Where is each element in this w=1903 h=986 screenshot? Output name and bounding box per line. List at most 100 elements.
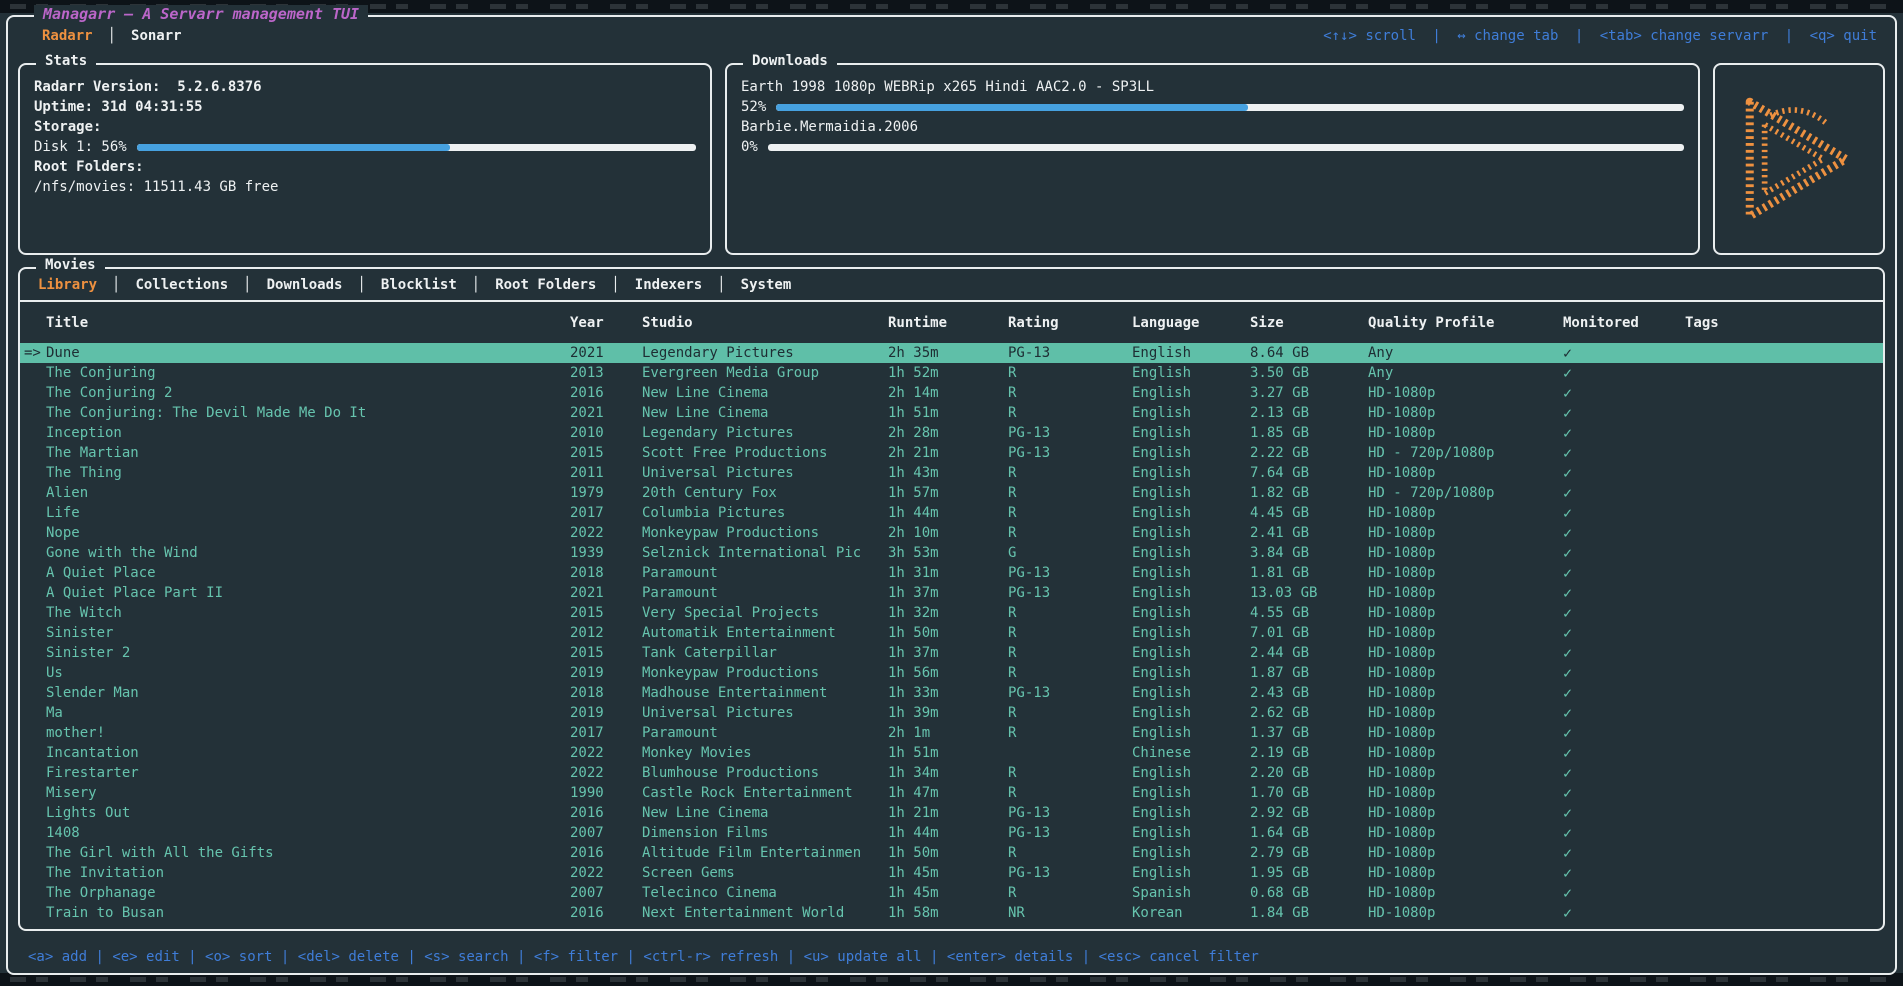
table-row[interactable]: Firestarter2022Blumhouse Productions1h 3… — [20, 763, 1883, 783]
monitored-check-icon: ✓ — [1563, 604, 1685, 622]
cell-rating: R — [1008, 785, 1132, 801]
table-row[interactable]: A Quiet Place Part II2021Paramount1h 37m… — [20, 583, 1883, 603]
movies-tab-collections[interactable]: Collections — [135, 277, 228, 293]
table-row[interactable]: The Witch2015Very Special Projects1h 32m… — [20, 603, 1883, 623]
cell-language: English — [1132, 505, 1250, 521]
cell-studio: Automatik Entertainment — [642, 625, 888, 641]
uptime: Uptime: 31d 04:31:55 — [34, 97, 696, 117]
tab-separator: │ — [243, 277, 251, 293]
cell-size: 2.43 GB — [1250, 685, 1368, 701]
column-header-runtime[interactable]: Runtime — [888, 315, 1008, 331]
table-row[interactable]: The Girl with All the Gifts2016Altitude … — [20, 843, 1883, 863]
movies-tab-downloads[interactable]: Downloads — [267, 277, 343, 293]
cell-year: 2022 — [570, 525, 642, 541]
cell-language: English — [1132, 365, 1250, 381]
cell-year: 2017 — [570, 505, 642, 521]
cell-rating: R — [1008, 365, 1132, 381]
cell-runtime: 1h 51m — [888, 405, 1008, 421]
table-row[interactable]: Ma2019Universal Pictures1h 39mREnglish2.… — [20, 703, 1883, 723]
downloads-panel-title: Downloads — [743, 53, 837, 69]
movies-tab-system[interactable]: System — [741, 277, 792, 293]
table-row[interactable]: The Orphanage2007Telecinco Cinema1h 45mR… — [20, 883, 1883, 903]
servarr-tab-radarr[interactable]: Radarr — [42, 28, 93, 44]
cell-title: Slender Man — [46, 685, 570, 701]
table-row[interactable]: Sinister 22015Tank Caterpillar1h 37mREng… — [20, 643, 1883, 663]
cell-size: 2.13 GB — [1250, 405, 1368, 421]
table-row[interactable]: Nope2022Monkeypaw Productions2h 10mREngl… — [20, 523, 1883, 543]
table-row[interactable]: A Quiet Place2018Paramount1h 31mPG-13Eng… — [20, 563, 1883, 583]
table-row[interactable]: The Martian2015Scott Free Productions2h … — [20, 443, 1883, 463]
keybinding-hint: <ctrl-r> refresh — [643, 949, 778, 965]
table-row[interactable]: Slender Man2018Madhouse Entertainment1h … — [20, 683, 1883, 703]
keybinding-hint: <f> filter — [534, 949, 618, 965]
table-row[interactable]: The Conjuring2013Evergreen Media Group1h… — [20, 363, 1883, 383]
managarr-window: Managarr — A Servarr management TUI Rada… — [6, 15, 1897, 975]
cell-size: 7.01 GB — [1250, 625, 1368, 641]
help-separator: | — [1566, 28, 1591, 44]
table-row[interactable]: Lights Out2016New Line Cinema1h 21mPG-13… — [20, 803, 1883, 823]
table-row[interactable]: Gone with the Wind1939Selznick Internati… — [20, 543, 1883, 563]
radarr-version: Radarr Version: 5.2.6.8376 — [34, 77, 696, 97]
table-row[interactable]: Inception2010Legendary Pictures2h 28mPG-… — [20, 423, 1883, 443]
cell-title: mother! — [46, 725, 570, 741]
cell-runtime: 1h 37m — [888, 585, 1008, 601]
cell-year: 2015 — [570, 445, 642, 461]
column-header-studio[interactable]: Studio — [642, 315, 888, 331]
cell-year: 1979 — [570, 485, 642, 501]
cell-quality-profile: HD-1080p — [1368, 625, 1563, 641]
cell-size: 2.92 GB — [1250, 805, 1368, 821]
cell-studio: Next Entertainment World — [642, 905, 888, 921]
table-row[interactable]: The Thing2011Universal Pictures1h 43mREn… — [20, 463, 1883, 483]
column-header-language[interactable]: Language — [1132, 315, 1250, 331]
movies-tab-indexers[interactable]: Indexers — [635, 277, 702, 293]
table-row[interactable]: 14082007Dimension Films1h 44mPG-13Englis… — [20, 823, 1883, 843]
column-header-title[interactable]: Title — [46, 315, 570, 331]
cell-title: A Quiet Place — [46, 565, 570, 581]
cell-studio: 20th Century Fox — [642, 485, 888, 501]
monitored-check-icon: ✓ — [1563, 544, 1685, 562]
radarr-play-logo-icon — [1736, 89, 1862, 229]
column-header-monitored[interactable]: Monitored — [1563, 315, 1685, 331]
column-header-tags[interactable]: Tags — [1685, 315, 1883, 331]
table-row[interactable]: Incantation2022Monkey Movies1h 51mChines… — [20, 743, 1883, 763]
cell-rating: PG-13 — [1008, 585, 1132, 601]
table-row[interactable]: mother!2017Paramount2h 1mREnglish1.37 GB… — [20, 723, 1883, 743]
table-row[interactable]: Alien197920th Century Fox1h 57mREnglish1… — [20, 483, 1883, 503]
cell-rating: R — [1008, 485, 1132, 501]
table-row[interactable]: Train to Busan2016Next Entertainment Wor… — [20, 903, 1883, 923]
download-progress-bar — [776, 104, 1684, 111]
table-row[interactable]: The Conjuring 22016New Line Cinema2h 14m… — [20, 383, 1883, 403]
servarr-tab-sonarr[interactable]: Sonarr — [131, 28, 182, 44]
top-panels: Stats Radarr Version: 5.2.6.8376 Uptime:… — [18, 63, 1885, 255]
download-percent: 0% — [741, 137, 758, 157]
table-row[interactable]: The Invitation2022Screen Gems1h 45mPG-13… — [20, 863, 1883, 883]
cell-quality-profile: HD-1080p — [1368, 545, 1563, 561]
cell-studio: Legendary Pictures — [642, 425, 888, 441]
cell-title: Inception — [46, 425, 570, 441]
cell-rating: R — [1008, 625, 1132, 641]
movies-tab-root-folders[interactable]: Root Folders — [495, 277, 596, 293]
cell-rating: G — [1008, 545, 1132, 561]
cell-year: 1939 — [570, 545, 642, 561]
column-header-year[interactable]: Year — [570, 315, 642, 331]
column-header-size[interactable]: Size — [1250, 315, 1368, 331]
movies-tab-library[interactable]: Library — [38, 277, 97, 293]
table-row[interactable]: Us2019Monkeypaw Productions1h 56mREnglis… — [20, 663, 1883, 683]
cell-studio: Monkey Movies — [642, 745, 888, 761]
download-progress-row: 52% — [741, 97, 1684, 117]
table-row[interactable]: =>Dune2021Legendary Pictures2h 35mPG-13E… — [20, 343, 1883, 363]
table-row[interactable]: The Conjuring: The Devil Made Me Do It20… — [20, 403, 1883, 423]
tab-separator: │ — [472, 277, 480, 293]
cell-quality-profile: HD-1080p — [1368, 825, 1563, 841]
table-row[interactable]: Sinister2012Automatik Entertainment1h 50… — [20, 623, 1883, 643]
cell-rating: PG-13 — [1008, 345, 1132, 361]
logo-panel — [1713, 63, 1885, 255]
cell-studio: Screen Gems — [642, 865, 888, 881]
table-row[interactable]: Misery1990Castle Rock Entertainment1h 47… — [20, 783, 1883, 803]
cell-language: English — [1132, 725, 1250, 741]
column-header-quality-profile[interactable]: Quality Profile — [1368, 315, 1563, 331]
cell-title: The Conjuring 2 — [46, 385, 570, 401]
movies-tab-blocklist[interactable]: Blocklist — [381, 277, 457, 293]
table-row[interactable]: Life2017Columbia Pictures1h 44mREnglish4… — [20, 503, 1883, 523]
column-header-rating[interactable]: Rating — [1008, 315, 1132, 331]
